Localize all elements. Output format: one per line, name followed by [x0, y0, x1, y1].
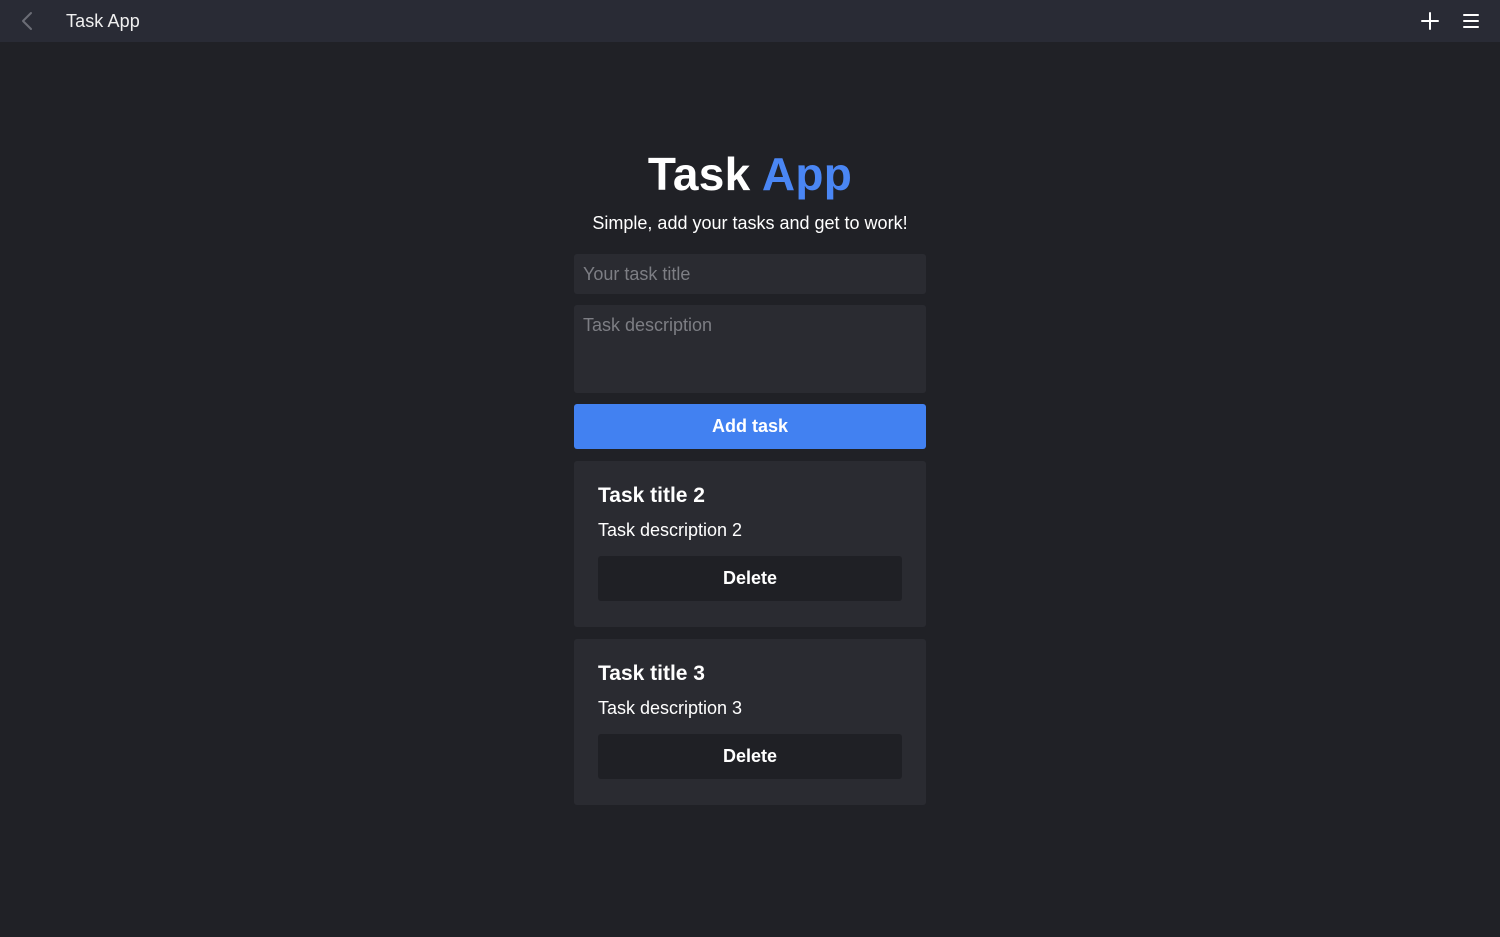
task-card-title: Task title 3 [598, 662, 705, 685]
plus-icon [1421, 12, 1439, 30]
task-description-input[interactable] [574, 305, 926, 393]
task-app-main: Task App Simple, add your tasks and get … [574, 140, 926, 805]
app-heading-part1: Task [647, 148, 751, 200]
chevron-left-icon [22, 12, 32, 30]
title-bar: Task App [0, 0, 1500, 42]
task-card-description: Task description 3 [598, 698, 743, 718]
add-task-button[interactable]: Add task [574, 404, 926, 449]
menu-button[interactable] [1460, 10, 1482, 32]
task-title-input[interactable] [574, 254, 926, 294]
delete-task-button[interactable]: Delete [598, 556, 902, 601]
task-card-title: Task title 2 [598, 484, 705, 507]
window-title: Task App [66, 11, 140, 31]
delete-task-button[interactable]: Delete [598, 734, 902, 779]
app-heading-part2: App [761, 148, 853, 200]
task-card-description: Task description 2 [598, 520, 743, 540]
hamburger-menu-icon [1463, 14, 1479, 28]
back-button[interactable] [16, 9, 38, 33]
add-button[interactable] [1419, 10, 1441, 32]
app-tagline: Simple, add your tasks and get to work! [592, 213, 908, 233]
app-heading: Task App [574, 140, 926, 208]
task-card: Task title 2 Task description 2 Delete [574, 461, 926, 627]
task-card: Task title 3 Task description 3 Delete [574, 639, 926, 805]
